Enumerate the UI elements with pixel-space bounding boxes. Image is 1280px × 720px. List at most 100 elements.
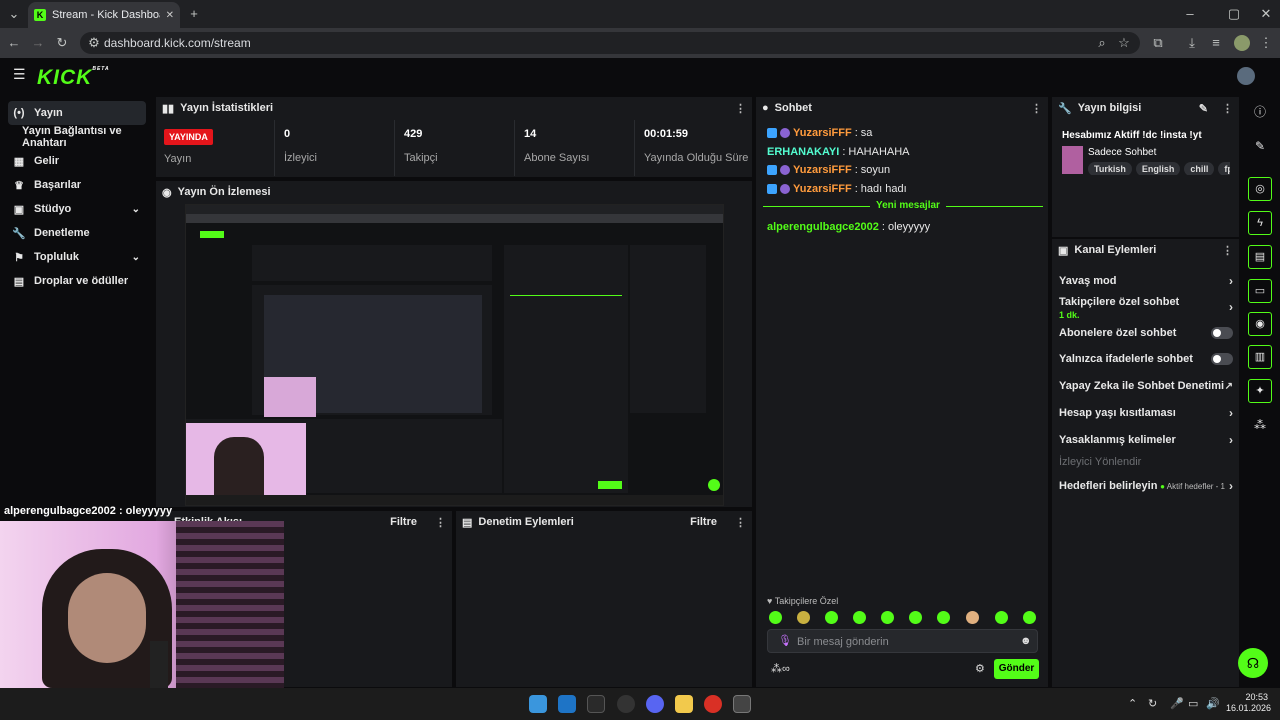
ai-moderation-row[interactable]: Yapay Zeka ile Sohbet Denetimi ↗	[1059, 380, 1233, 392]
chat-icon[interactable]: ▭	[1248, 279, 1272, 303]
more-options-icon[interactable]: ⋮	[1222, 102, 1233, 115]
emote-icon[interactable]	[966, 611, 979, 624]
discord-icon[interactable]	[646, 695, 664, 713]
browser-menu-icon[interactable]: ⋮	[1256, 28, 1276, 58]
chat-username[interactable]: YuzarsiFFF	[793, 164, 852, 176]
category-name[interactable]: Sadece Sohbet	[1088, 147, 1156, 158]
emote-icon[interactable]	[909, 611, 922, 624]
chat-username[interactable]: ERHANAKAYI	[767, 146, 839, 158]
emote-chat-toggle[interactable]	[1211, 353, 1233, 365]
url-field[interactable]: dashboard.kick.com/stream	[80, 32, 1140, 54]
broadcast-icon[interactable]: ◉	[1248, 312, 1272, 336]
followers-chat-row[interactable]: Takipçilere özel sohbet 1 dk. ›	[1059, 296, 1233, 320]
tag[interactable]: chill	[1184, 162, 1215, 175]
notes-icon[interactable]: ▤	[1248, 245, 1272, 269]
wrench-icon[interactable]: ✦	[1248, 379, 1272, 403]
more-options-icon[interactable]: ⋮	[735, 102, 746, 115]
subs-chat-toggle[interactable]	[1211, 327, 1233, 339]
tab-close-icon[interactable]: ✕	[166, 10, 174, 21]
obs-icon[interactable]	[617, 695, 635, 713]
kick-logo[interactable]: KICKBETA	[37, 66, 110, 90]
more-options-icon[interactable]: ⋮	[1222, 244, 1233, 257]
moderation-filter-button[interactable]: Filtre	[690, 516, 717, 528]
back-icon[interactable]: ←	[4, 28, 24, 58]
layout-icon[interactable]: ▥	[1248, 345, 1272, 369]
emote-icon[interactable]	[769, 611, 782, 624]
tray-chevron-icon[interactable]: ⌃	[1128, 697, 1137, 710]
sidebar-item-basarilar[interactable]: ♛ Başarılar	[8, 173, 146, 197]
more-options-icon[interactable]: ⋮	[435, 516, 446, 529]
emote-icon[interactable]	[853, 611, 866, 624]
slow-mode-row[interactable]: Yavaş mod ›	[1059, 274, 1233, 288]
browser-tab[interactable]: K Stream - Kick Dashboard ✕	[28, 2, 180, 28]
sidebar-item-stream-key[interactable]: Yayın Bağlantısı ve Anahtarı	[18, 125, 156, 149]
send-button[interactable]: Gönder	[994, 659, 1039, 679]
tab-search-icon[interactable]: ⌄	[4, 0, 24, 28]
file-explorer-icon[interactable]	[675, 695, 693, 713]
close-window-icon[interactable]: ✕	[1256, 0, 1276, 28]
sidebar-item-studyo[interactable]: ▣ Stüdyo ⌄	[8, 197, 146, 221]
sidebar-item-yayin[interactable]: (•) Yayın	[8, 101, 146, 125]
chat-settings-icon[interactable]: ⚙	[975, 662, 985, 675]
start-icon[interactable]	[529, 695, 547, 713]
stream-preview-video[interactable]	[185, 204, 724, 506]
edit-icon[interactable]: ✎	[1248, 134, 1272, 158]
network-icon[interactable]: ▭	[1188, 697, 1198, 710]
emote-icon[interactable]	[797, 611, 810, 624]
chrome-icon[interactable]	[704, 695, 722, 713]
emote-icon[interactable]	[1023, 611, 1036, 624]
minimize-icon[interactable]: –	[1180, 0, 1200, 28]
set-goals-row[interactable]: Hedefleri belirleyin ● Aktif hedefler - …	[1059, 479, 1233, 493]
mic-tray-icon[interactable]: 🎤	[1170, 697, 1184, 710]
zoom-icon[interactable]: ⌕	[1092, 28, 1112, 58]
banned-words-row[interactable]: Yasaklanmış kelimeler ›	[1059, 433, 1233, 447]
reading-list-icon[interactable]: ≡	[1206, 28, 1226, 58]
chat-input-field[interactable]: 🎙 Bir mesaj gönderin ☻	[767, 629, 1038, 653]
emote-icon[interactable]	[937, 611, 950, 624]
profile-avatar[interactable]	[1234, 35, 1250, 51]
edit-icon[interactable]: ✎	[1199, 102, 1208, 115]
more-options-icon[interactable]: ⋮	[1031, 102, 1042, 115]
user-avatar[interactable]	[1237, 67, 1255, 85]
sync-icon[interactable]: ↻	[1148, 697, 1157, 710]
sidebar-item-denetleme[interactable]: 🔧 Denetleme	[8, 221, 146, 245]
volume-icon[interactable]: 🔊	[1206, 697, 1220, 710]
activity-filter-button[interactable]: Filtre	[390, 516, 417, 528]
emote-icon[interactable]	[881, 611, 894, 624]
forward-icon[interactable]: →	[28, 28, 48, 58]
hamburger-menu-icon[interactable]: ☰	[13, 66, 26, 83]
tag[interactable]: fps	[1218, 162, 1230, 175]
add-widget-icon[interactable]: ⁂	[1248, 413, 1272, 437]
download-icon[interactable]: ⤓	[1182, 28, 1202, 58]
reload-icon[interactable]: ↻	[52, 28, 72, 58]
help-chat-icon[interactable]: ☊	[1238, 648, 1268, 678]
tag[interactable]: English	[1135, 162, 1181, 175]
new-tab-icon[interactable]: +	[184, 0, 204, 28]
chat-username[interactable]: alperengulbagce2002	[767, 221, 879, 233]
emoji-picker-icon[interactable]: ☻	[1020, 635, 1032, 647]
lightning-icon[interactable]: ϟ	[1248, 211, 1272, 235]
more-options-icon[interactable]: ⋮	[735, 516, 746, 529]
clock[interactable]: 20:53 16.01.2026	[1226, 692, 1271, 714]
record-icon[interactable]: ◎	[1248, 177, 1272, 201]
age-restriction-row[interactable]: Hesap yaşı kısıtlaması ›	[1059, 406, 1233, 420]
chat-username[interactable]: YuzarsiFFF	[793, 183, 852, 195]
emote-icon[interactable]	[995, 611, 1008, 624]
bookmark-star-icon[interactable]: ☆	[1114, 28, 1134, 58]
emote-icon[interactable]	[825, 611, 838, 624]
chat-username[interactable]: YuzarsiFFF	[793, 127, 852, 139]
chat-extras-icon[interactable]: ⁂∞	[771, 662, 790, 675]
category-thumbnail[interactable]	[1062, 146, 1083, 174]
outlook-icon[interactable]	[558, 695, 576, 713]
site-info-icon[interactable]: ⚙	[84, 28, 104, 58]
sidebar-item-topluluk[interactable]: ⚑ Topluluk ⌄	[8, 245, 146, 269]
capcut-icon[interactable]	[587, 695, 605, 713]
sidebar-item-droplar[interactable]: ▤ Droplar ve ödüller	[8, 269, 146, 293]
info-icon[interactable]: ⓘ	[1248, 100, 1272, 124]
app-icon[interactable]	[733, 695, 751, 713]
tag[interactable]: Turkish	[1088, 162, 1132, 175]
maximize-icon[interactable]: ▢	[1224, 0, 1244, 28]
microphone-icon[interactable]: 🎙	[778, 634, 792, 647]
extensions-icon[interactable]: ⧉	[1148, 28, 1168, 58]
sidebar-item-gelir[interactable]: ▦ Gelir	[8, 149, 146, 173]
